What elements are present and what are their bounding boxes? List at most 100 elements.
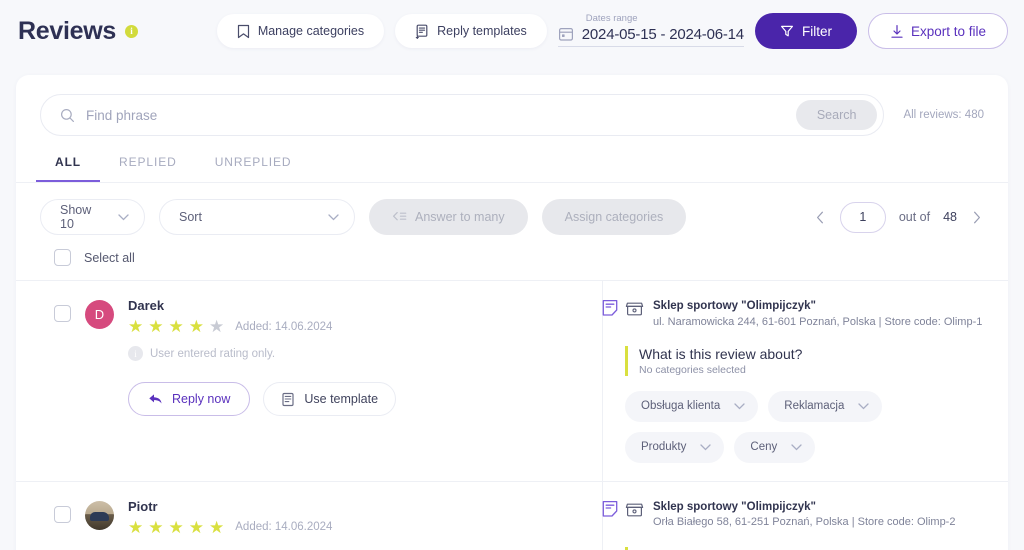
- pagination-current-input[interactable]: 1: [839, 201, 886, 233]
- pagination-prev-icon[interactable]: [813, 211, 827, 224]
- category-select-produkty[interactable]: Produkty: [625, 431, 725, 463]
- use-template-button[interactable]: Use template: [263, 382, 397, 416]
- store-icon: [625, 500, 644, 519]
- reviews-tabs: ALL REPLIED UNREPLIED: [16, 136, 1008, 182]
- pagination-next-icon[interactable]: [970, 211, 984, 224]
- store-name: Sklep sportowy "Olimpijczyk": [653, 300, 817, 312]
- dates-range-value: 2024-05-15 - 2024-06-14: [581, 25, 744, 43]
- list-toolbar: Show 10 Sort Answer to many Assign categ…: [16, 183, 1008, 235]
- reviewer-name: Piotr: [128, 498, 158, 514]
- category-label: Produkty: [641, 441, 687, 454]
- comment-note-icon[interactable]: [601, 500, 619, 518]
- star-icon: ★: [188, 317, 204, 336]
- review-checkbox[interactable]: [54, 305, 71, 322]
- category-label: Reklamacja: [784, 400, 845, 413]
- star-icon: ★: [128, 517, 144, 537]
- review-actions: Reply now Use template: [128, 382, 582, 416]
- review-details: Sklep sportowy "Olimpijczyk" ul. Naramow…: [602, 281, 1008, 481]
- review-row: Piotr ★ ★ ★ ★ ★ Added: 14.06.2024 Fajne …: [16, 481, 1008, 550]
- show-count-select[interactable]: Show 10: [40, 199, 145, 235]
- header-actions: Manage categories Reply templates Dates …: [216, 13, 1008, 49]
- sort-value: Sort: [179, 210, 202, 224]
- review-about-block: What is this review about? No categories…: [625, 345, 988, 376]
- store-icon: [625, 299, 644, 318]
- select-all-row: Select all: [16, 235, 1008, 280]
- tab-replied[interactable]: REPLIED: [100, 155, 196, 182]
- template-icon: [281, 392, 295, 407]
- category-label: Obsługa klienta: [641, 400, 721, 413]
- pagination-total: 48: [943, 210, 957, 224]
- assign-categories-label: Assign categories: [564, 210, 664, 224]
- export-to-file-button[interactable]: Export to file: [867, 13, 1008, 49]
- star-icon-empty: ★: [209, 317, 225, 336]
- chevron-down-icon: [858, 403, 870, 410]
- store-address: ul. Naramowicka 244, 61-601 Poznań, Pols…: [653, 315, 983, 328]
- star-icon: ★: [168, 317, 184, 336]
- chevron-down-icon: [700, 444, 712, 451]
- reviews-panel: Search All reviews: 480 ALL REPLIED UNRE…: [16, 75, 1008, 550]
- bookmark-icon: [237, 24, 250, 39]
- use-template-label: Use template: [304, 392, 379, 406]
- store-address: Orła Białego 58, 61-251 Poznań, Polska |…: [653, 516, 956, 529]
- chevron-down-icon: [328, 213, 339, 221]
- reply-now-label: Reply now: [172, 392, 231, 406]
- review-added-date: Added: 14.06.2024: [235, 521, 333, 534]
- reply-templates-button[interactable]: Reply templates: [395, 14, 547, 48]
- review-comment-icon-column: [601, 299, 619, 317]
- star-icon: ★: [188, 517, 204, 537]
- pagination: 1 out of 48: [813, 201, 984, 233]
- star-icon: ★: [148, 517, 164, 537]
- search-input[interactable]: [86, 107, 864, 123]
- review-row: D Darek ★ ★ ★ ★ ★ Added: 14.06.2024 i Us…: [16, 281, 1008, 481]
- select-all-label: Select all: [84, 250, 135, 265]
- category-select-reklamacja[interactable]: Reklamacja: [768, 390, 883, 422]
- store-info: Sklep sportowy "Olimpijczyk" ul. Naramow…: [625, 299, 988, 330]
- calendar-icon: [558, 26, 574, 42]
- search-box[interactable]: [40, 94, 884, 136]
- all-reviews-count: All reviews: 480: [903, 109, 984, 121]
- template-add-icon: [415, 24, 429, 39]
- pagination-out-of-label: out of: [898, 210, 931, 224]
- filter-button[interactable]: Filter: [754, 13, 857, 49]
- dates-range-label: Dates range: [585, 13, 638, 25]
- avatar: [85, 500, 114, 530]
- category-select-ceny[interactable]: Ceny: [734, 431, 816, 463]
- review-about-subtitle: No categories selected: [639, 363, 746, 376]
- tab-all[interactable]: ALL: [36, 155, 101, 182]
- filter-label: Filter: [801, 23, 832, 39]
- category-select-obsluga-klienta[interactable]: Obsługa klienta: [625, 390, 759, 422]
- search-row: Search All reviews: 480: [16, 75, 1008, 136]
- sort-select[interactable]: Sort: [159, 199, 355, 235]
- search-button[interactable]: Search: [795, 100, 878, 130]
- manage-categories-button[interactable]: Manage categories: [216, 14, 385, 48]
- select-all-checkbox[interactable]: [54, 249, 71, 266]
- show-count-value: Show 10: [60, 203, 92, 231]
- page-title-group: Reviews i: [18, 17, 138, 46]
- reply-now-button[interactable]: Reply now: [128, 382, 251, 416]
- chevron-down-icon: [791, 444, 802, 451]
- review-main: Piotr ★ ★ ★ ★ ★ Added: 14.06.2024 Fajne …: [16, 482, 602, 550]
- avatar-initial: D: [94, 307, 105, 322]
- answer-to-many-button[interactable]: Answer to many: [369, 199, 528, 235]
- review-checkbox[interactable]: [54, 505, 71, 523]
- dates-range-picker[interactable]: Dates range 2024-05-15 - 2024-06-14: [557, 13, 744, 48]
- tab-unreplied[interactable]: UNREPLIED: [196, 155, 311, 182]
- store-name: Sklep sportowy "Olimpijczyk": [653, 500, 817, 513]
- info-icon[interactable]: i: [124, 24, 138, 38]
- avatar: D: [85, 300, 114, 329]
- assign-categories-button[interactable]: Assign categories: [541, 199, 687, 235]
- star-icon: ★: [148, 317, 164, 336]
- search-icon: [60, 108, 75, 123]
- store-info: Sklep sportowy "Olimpijczyk" Orła Białeg…: [625, 500, 988, 531]
- review-main: D Darek ★ ★ ★ ★ ★ Added: 14.06.2024 i Us…: [16, 281, 602, 481]
- comment-note-icon[interactable]: [601, 299, 619, 317]
- star-icon: ★: [168, 517, 184, 537]
- dates-range-row[interactable]: 2024-05-15 - 2024-06-14: [557, 25, 744, 47]
- review-note-text: User entered rating only.: [150, 347, 276, 360]
- info-icon: i: [128, 346, 143, 361]
- reply-all-icon: [392, 211, 407, 223]
- reply-arrow-icon: [148, 393, 163, 405]
- star-icon: ★: [128, 317, 144, 336]
- rating-stars: ★ ★ ★ ★ ★ Added: 14.06.2024: [128, 318, 582, 335]
- chevron-down-icon: [118, 213, 129, 221]
